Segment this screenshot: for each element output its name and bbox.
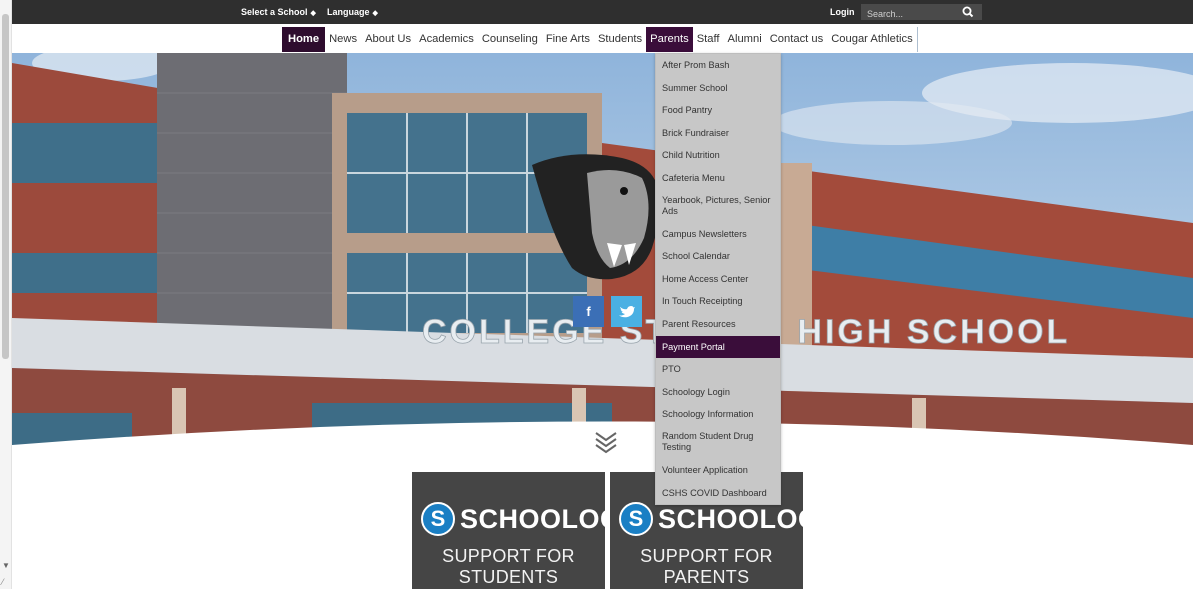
search-icon — [962, 6, 974, 18]
facebook-button[interactable]: f — [573, 296, 604, 327]
menu-item-yearbook[interactable]: Yearbook, Pictures, Senior Ads — [656, 190, 780, 223]
menu-item-child-nutrition[interactable]: Child Nutrition — [656, 144, 780, 167]
twitter-button[interactable] — [611, 296, 642, 327]
school-select-label: Select a School — [241, 7, 308, 17]
nav-about-us[interactable]: About Us — [361, 27, 415, 52]
school-select[interactable]: Select a School ◆ — [241, 7, 316, 17]
nav-contact-us[interactable]: Contact us — [766, 27, 827, 52]
schoology-brand: SCHOOLOGY — [460, 504, 605, 534]
nav-staff[interactable]: Staff — [693, 27, 724, 52]
menu-item-covid-dashboard[interactable]: CSHS COVID Dashboard — [656, 482, 780, 505]
select-caret-icon: ◆ — [310, 10, 316, 17]
menu-item-campus-newsletters[interactable]: Campus Newsletters — [656, 223, 780, 246]
nav-bar: Home News About Us Academics Counseling … — [282, 27, 918, 52]
nav-home[interactable]: Home — [282, 27, 326, 52]
menu-item-summer-school[interactable]: Summer School — [656, 77, 780, 100]
nav-cougar-athletics[interactable]: Cougar Athletics — [827, 27, 916, 52]
menu-item-schoology-information[interactable]: Schoology Information — [656, 403, 780, 426]
facebook-icon: f — [586, 304, 591, 319]
search-box — [861, 4, 955, 22]
nav-alumni[interactable]: Alumni — [724, 27, 766, 52]
utility-bar: Select a School ◆ Language ◆ Login — [12, 0, 1193, 24]
menu-item-brick-fundraiser[interactable]: Brick Fundraiser — [656, 122, 780, 145]
card-subtitle: SUPPORT FOR PARENTS — [640, 546, 773, 587]
nav-parents[interactable]: Parents — [646, 27, 693, 52]
scroll-down-arrow-icon[interactable]: ▼ — [2, 561, 10, 570]
schoology-brand: SCHOOLOGY — [658, 504, 803, 534]
main-nav: Home News About Us Academics Counseling … — [12, 24, 1193, 53]
page-scrollbar[interactable]: ▼ — [0, 0, 12, 589]
resize-corner-icon: ⁄ — [2, 577, 4, 587]
parents-dropdown-menu: After Prom Bash Summer School Food Pantr… — [655, 53, 781, 506]
nav-academics[interactable]: Academics — [415, 27, 478, 52]
select-caret-icon: ◆ — [372, 10, 378, 17]
menu-item-pto[interactable]: PTO — [656, 358, 780, 381]
schoology-logo-icon: S — [421, 502, 455, 536]
nav-news[interactable]: News — [325, 27, 361, 52]
nav-students[interactable]: Students — [594, 27, 646, 52]
language-label: Language — [327, 7, 370, 17]
school-building-image: COLLEGE STATION HIGH SCHOOL — [12, 53, 1193, 465]
language-select[interactable]: Language ◆ — [327, 7, 378, 17]
login-link[interactable]: Login — [830, 7, 855, 17]
nav-fine-arts[interactable]: Fine Arts — [542, 27, 594, 52]
menu-item-cafeteria-menu[interactable]: Cafeteria Menu — [656, 167, 780, 190]
search-input[interactable] — [861, 6, 955, 22]
menu-item-payment-portal[interactable]: Payment Portal — [656, 335, 780, 359]
menu-item-schoology-login[interactable]: Schoology Login — [656, 381, 780, 404]
nav-counseling[interactable]: Counseling — [478, 27, 542, 52]
card-subtitle: SUPPORT FOR STUDENTS — [442, 546, 575, 587]
menu-item-after-prom-bash[interactable]: After Prom Bash — [656, 54, 780, 77]
scrollbar-thumb[interactable] — [2, 14, 9, 359]
menu-item-food-pantry[interactable]: Food Pantry — [656, 99, 780, 122]
twitter-icon — [619, 306, 635, 318]
menu-item-school-calendar[interactable]: School Calendar — [656, 245, 780, 268]
schoology-logo-icon: S — [619, 502, 653, 536]
search-button[interactable] — [955, 4, 982, 20]
menu-item-home-access-center[interactable]: Home Access Center — [656, 268, 780, 291]
menu-item-in-touch-receipting[interactable]: In Touch Receipting — [656, 290, 780, 313]
menu-item-drug-testing[interactable]: Random Student Drug Testing — [656, 426, 780, 459]
menu-item-volunteer-application[interactable]: Volunteer Application — [656, 459, 780, 482]
hero-banner: COLLEGE STATION HIGH SCHOOL — [12, 53, 1193, 465]
schoology-students-card[interactable]: S SCHOOLOGY SUPPORT FOR STUDENTS — [412, 472, 605, 589]
menu-item-parent-resources[interactable]: Parent Resources — [656, 313, 780, 336]
